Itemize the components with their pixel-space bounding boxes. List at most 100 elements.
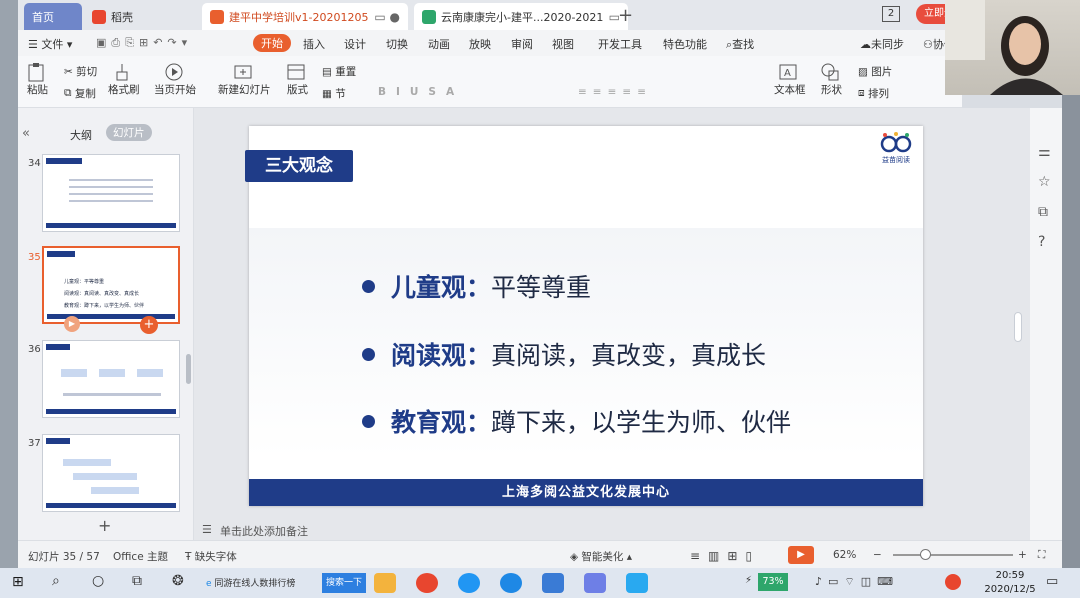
tray-app-icon[interactable] [945,574,961,590]
section-button[interactable]: ▦ 节 [322,86,346,101]
slide-thumbnail-37[interactable] [42,434,180,512]
picture-button[interactable]: ▨ 图片 [858,64,892,79]
tab-docer[interactable]: 稻壳 [84,3,200,30]
menu-view[interactable]: 视图 [552,36,574,52]
view-mode-icons[interactable]: ≡▥⊞▯ [690,549,760,563]
power-plug-icon[interactable]: ⚡ [745,575,752,586]
quick-access-icons[interactable]: ▣⎙⎘⊞↶↷▾ [96,36,192,50]
menu-dev-tools[interactable]: 开发工具 [598,36,642,52]
notes-area[interactable]: ☰ 单击此处添加备注 [194,520,1030,540]
canvas-scrollbar[interactable] [1014,312,1022,342]
paste-label: 粘贴 [27,84,48,96]
menu-file[interactable]: ☰ 文件 ▾ [28,36,72,52]
tab-label: 首页 [32,10,54,24]
panel-scrollbar[interactable] [186,354,191,384]
search-icon[interactable]: ⌕ [52,573,60,589]
task-view-icon[interactable]: ⧉ [132,573,142,589]
bullet-key: 阅读观： [391,341,492,370]
windows-start-icon[interactable]: ⊞ [12,574,24,590]
reset-button[interactable]: ▤ 重置 [322,64,356,79]
video-app-icon[interactable] [626,573,648,593]
tab-spreadsheet[interactable]: 云南康康完小-建平...2020-2021 ▭ [414,3,628,30]
beautify-icon: ◈ [570,551,579,563]
menu-start[interactable]: 开始 [253,34,291,52]
collapse-panel-icon[interactable]: « [22,126,30,141]
slide-title[interactable]: 三大观念 [245,150,353,182]
clock-date[interactable]: 2020/12/5 [980,584,1040,595]
system-tray-icons[interactable]: ♪▭⌔◫⌨ [815,575,899,589]
bullet-dot [362,279,375,293]
new-tab-plus-icon[interactable]: + [618,5,633,26]
fit-window-icon[interactable]: ⛶ [1038,549,1045,562]
zoom-level[interactable]: 62% [833,549,856,561]
menu-review[interactable]: 审阅 [511,36,533,52]
slide-thumbnail-34[interactable] [42,154,180,232]
menu-insert[interactable]: 插入 [303,36,325,52]
slide-thumbnail-36[interactable] [42,340,180,418]
font-style-buttons[interactable]: BIUSA [378,86,464,98]
app-icon[interactable]: ❂ [172,573,184,589]
outline-tab[interactable]: 大纲 [70,127,92,143]
paste-button[interactable]: 粘贴 [26,62,49,97]
textbox-button[interactable]: A 文本框 [774,62,806,97]
zoom-slider-track[interactable] [893,554,1013,556]
menu-special[interactable]: 特色功能 [663,36,707,52]
cortana-icon[interactable]: ○ [92,573,104,589]
copy-button[interactable]: ⧉ 复制 [64,86,96,101]
cut-label: 剪切 [76,66,98,78]
shape-button[interactable]: 形状 [820,62,843,97]
slide-thumbnail-35-selected[interactable]: 儿童观：平等尊重 阅读观：真阅读、真改变、真成长 教育观：蹲下来，以学生为师、伙… [42,246,180,334]
slides-tab[interactable]: 幻灯片 [106,124,152,141]
help-icon[interactable]: ? [1038,234,1045,250]
tab-presentation-active[interactable]: 建平中学培训v1-20201205 ▭ ● [202,3,408,30]
section-icon: ▦ [322,87,332,100]
format-brush-button[interactable]: 格式刷 [108,62,140,97]
bullet-education-view[interactable]: 教育观： 蹲下来，以学生为师、伙伴 [362,403,791,439]
menu-switch[interactable]: 切换 [386,36,408,52]
tab-options-icon[interactable]: ▭ ● [374,10,400,24]
zoom-out-icon[interactable]: − [873,549,882,561]
zoom-in-icon[interactable]: + [1018,549,1027,561]
menu-design[interactable]: 设计 [344,36,366,52]
feishu-icon[interactable] [458,573,480,593]
play-circle-icon [165,63,182,81]
window-count-badge[interactable]: 2 [882,6,900,22]
add-slide-after-icon[interactable]: + [140,316,158,334]
wps-icon[interactable] [584,573,606,593]
dingtalk-icon[interactable] [542,573,564,593]
netease-music-icon[interactable] [416,573,438,593]
file-explorer-icon[interactable] [374,573,396,593]
arrange-button[interactable]: ⧈ 排列 [858,86,889,101]
battery-indicator[interactable]: 73% [758,573,788,591]
play-slide-icon[interactable]: ▶ [64,316,80,332]
layout-button[interactable]: 版式 [286,62,309,97]
zoom-slider-thumb[interactable] [920,549,931,560]
cut-button[interactable]: ✂ 剪切 [64,64,97,79]
settings-sliders-icon[interactable]: ⚌ [1038,144,1051,160]
beautify-button[interactable]: ◈ 智能美化 ▴ [570,549,632,564]
slide[interactable] [249,126,923,506]
taskbar-search-button[interactable]: 搜索一下 [322,573,367,593]
missing-font-status[interactable]: Ŧ 缺失字体 [185,549,237,564]
menu-search[interactable]: ⌕查找 [726,36,754,52]
clock-time[interactable]: 20:59 [988,570,1032,581]
bullet-child-view[interactable]: 儿童观： 平等尊重 [362,268,591,304]
bullet-reading-view[interactable]: 阅读观： 真阅读，真改变，真成长 [362,336,766,372]
star-icon[interactable]: ☆ [1038,174,1051,190]
menu-show[interactable]: 放映 [469,36,491,52]
picture-icon: ▨ [858,65,868,78]
tab-home[interactable]: 首页 [24,3,82,30]
theme-name[interactable]: Office 主题 [113,549,168,564]
edge-icon[interactable] [500,573,522,593]
paragraph-buttons[interactable]: ≡≡≡≡≡ [578,86,652,98]
notification-icon[interactable]: ▭ [1046,574,1058,589]
add-slide-button[interactable]: + [98,516,111,535]
taskbar-search-item[interactable]: e 同游在线人数排行榜 [206,576,314,589]
from-current-button[interactable]: 当页开始 [154,62,196,97]
reset-label: 重置 [335,66,357,78]
slideshow-play-button[interactable]: ▶ [788,546,814,564]
new-slide-button[interactable]: 新建幻灯片 [218,62,271,97]
sync-status[interactable]: ☁未同步 [860,36,904,52]
copy-slide-icon[interactable]: ⧉ [1038,204,1048,220]
menu-animation[interactable]: 动画 [428,36,450,52]
